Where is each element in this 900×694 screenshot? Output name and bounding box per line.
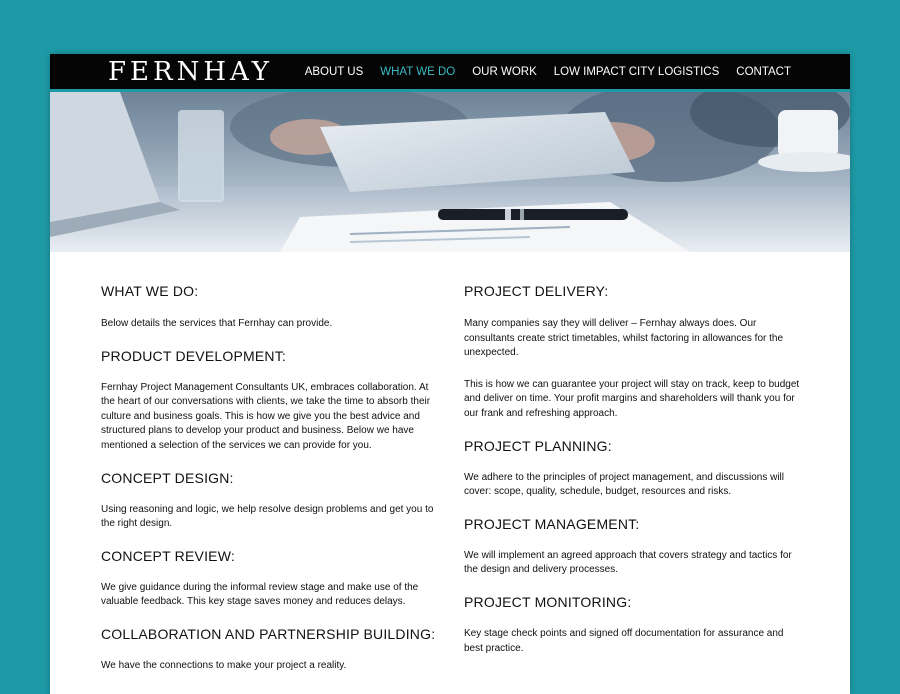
text-project-management: We will implement an agreed approach tha… — [464, 549, 792, 576]
text-collaboration: We have the connections to make your pro… — [101, 659, 347, 671]
hero-image — [50, 92, 850, 252]
heading-project-monitoring: PROJECT MONITORING: — [464, 593, 632, 610]
text-what-we-do: Below details the services that Fernhay … — [101, 318, 333, 329]
nav-item-contact[interactable]: CONTACT — [736, 66, 791, 78]
text-project-delivery-1: Many companies say they will deliver – F… — [464, 318, 784, 359]
browser-page: FERNHAY ABOUT US WHAT WE DO OUR WORK LOW… — [50, 54, 850, 694]
heading-product-development: PRODUCT DEVELOPMENT: — [101, 347, 286, 364]
main-nav: ABOUT US WHAT WE DO OUR WORK LOW IMPACT … — [288, 54, 791, 89]
main-content: WHAT WE DO: Below details the services t… — [50, 252, 850, 694]
nav-item-low-impact-city-logistics[interactable]: LOW IMPACT CITY LOGISTICS — [554, 66, 720, 78]
text-project-delivery-2: This is how we can guarantee your projec… — [464, 378, 800, 419]
site-logo[interactable]: FERNHAY — [108, 56, 273, 88]
heading-project-delivery: PROJECT DELIVERY: — [464, 283, 609, 299]
text-concept-design: Using reasoning and logic, we help resol… — [101, 503, 434, 530]
text-project-monitoring: Key stage check points and signed off do… — [464, 627, 784, 654]
nav-item-our-work[interactable]: OUR WORK — [472, 66, 537, 78]
hero-photo-illustration — [50, 92, 850, 252]
heading-concept-review: CONCEPT REVIEW: — [101, 547, 235, 564]
heading-collaboration: COLLABORATION AND PARTNERSHIP BUILDING: — [101, 625, 436, 642]
text-product-development: Fernhay Project Management Consultants U… — [101, 381, 431, 451]
heading-what-we-do: WHAT WE DO: — [101, 283, 199, 299]
nav-item-what-we-do[interactable]: WHAT WE DO — [380, 66, 455, 78]
heading-concept-design: CONCEPT DESIGN: — [101, 469, 234, 486]
right-column: PROJECT DELIVERY: Many companies say the… — [464, 282, 804, 656]
text-concept-review: We give guidance during the informal rev… — [101, 581, 419, 608]
nav-item-about-us[interactable]: ABOUT US — [305, 66, 364, 78]
heading-project-management: PROJECT MANAGEMENT: — [464, 515, 640, 532]
heading-project-planning: PROJECT PLANNING: — [464, 437, 612, 454]
site-header: FERNHAY ABOUT US WHAT WE DO OUR WORK LOW… — [50, 54, 850, 92]
left-column: WHAT WE DO: Below details the services t… — [101, 282, 441, 674]
text-project-planning: We adhere to the principles of project m… — [464, 471, 784, 498]
